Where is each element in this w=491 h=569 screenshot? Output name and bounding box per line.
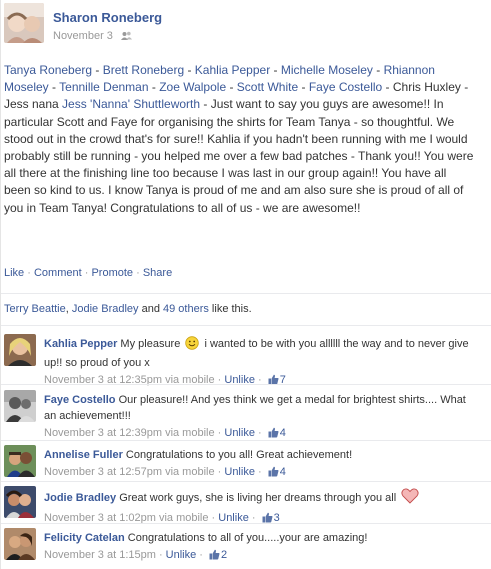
author-name[interactable]: Sharon Roneberg [53, 10, 162, 25]
tagged-friend[interactable]: Scott White [237, 80, 298, 94]
commenter-avatar[interactable] [4, 334, 36, 366]
heart-icon [401, 488, 419, 509]
plain-name: Jess nana [4, 97, 59, 112]
commenter-name[interactable]: Felicity Catelan [44, 532, 125, 544]
facebook-post: Sharon Roneberg November 3 Tanya Roneber… [0, 0, 491, 569]
tagged-friend[interactable]: Michelle Moseley [281, 63, 373, 77]
divider [1, 481, 491, 482]
tagged-friend[interactable]: Kahlia Pepper [195, 63, 270, 77]
commenter-avatar[interactable] [4, 528, 36, 560]
unlike-link[interactable]: Unlike [224, 427, 255, 439]
divider [1, 523, 491, 524]
plain-name: Chris Huxley [392, 80, 461, 95]
comment-like-count[interactable]: 4 [280, 466, 286, 478]
commenter-avatar[interactable] [4, 486, 36, 518]
smiley-icon [185, 336, 200, 355]
commenter-name[interactable]: Kahlia Pepper [44, 338, 117, 350]
tagged-friend[interactable]: Faye Costello [309, 80, 382, 94]
comment-text: My pleasure [120, 338, 184, 350]
post-actions: Like · Comment · Promote · Share [4, 267, 173, 279]
author-avatar[interactable] [4, 3, 44, 43]
comment-timestamp[interactable]: November 3 at 12:57pm via mobile [44, 466, 215, 478]
others-link[interactable]: 49 others [163, 303, 209, 315]
share-link[interactable]: Share [143, 267, 172, 279]
post-header: Sharon Roneberg November 3 [4, 3, 484, 47]
unlike-link[interactable]: Unlike [166, 549, 197, 561]
thumbs-up-icon[interactable] [262, 512, 273, 527]
unlike-link[interactable]: Unlike [224, 466, 255, 478]
commenter-avatar[interactable] [4, 445, 36, 477]
comment-text: Congratulations to you all! Great achiev… [125, 449, 353, 461]
comment-timestamp[interactable]: November 3 at 1:15pm [44, 549, 156, 561]
thumbs-up-icon[interactable] [209, 549, 220, 564]
commenter-name[interactable]: Jodie Bradley [44, 492, 116, 504]
post-meta: November 3 [53, 30, 132, 44]
thumbs-up-icon[interactable] [268, 466, 279, 481]
comment-text: Great work guys, she is living her dream… [119, 492, 400, 504]
tagged-friend[interactable]: Zoe Walpole [159, 80, 226, 94]
tagged-friend[interactable]: Jess 'Nanna' Shuttleworth [62, 97, 200, 111]
likes-summary: Terry Beattie, Jodie Bradley and 49 othe… [4, 303, 252, 315]
comment-timestamp[interactable]: November 3 at 12:39pm via mobile [44, 427, 215, 439]
divider [1, 440, 491, 441]
commenter-name[interactable]: Faye Costello [44, 394, 116, 406]
post-message: Tanya Roneberg - Brett Roneberg - Kahlia… [4, 63, 474, 215]
message-text: - Just want to say you guys are awesome!… [4, 97, 474, 215]
comment-like-count[interactable]: 2 [221, 549, 227, 561]
like-link[interactable]: Like [4, 267, 24, 279]
liker-name[interactable]: Jodie Bradley [72, 303, 139, 315]
tagged-friend[interactable]: Tanya Roneberg [4, 63, 92, 77]
liker-name[interactable]: Terry Beattie [4, 303, 66, 315]
post-date[interactable]: November 3 [53, 30, 113, 42]
comment-link[interactable]: Comment [34, 267, 82, 279]
thumbs-up-icon[interactable] [268, 374, 279, 389]
tagged-friend[interactable]: Tennille Denman [59, 80, 148, 94]
comment-like-count[interactable]: 4 [280, 427, 286, 439]
divider [1, 325, 491, 326]
friends-icon[interactable] [120, 31, 132, 44]
comment-text: Congratulations to all of you.....your a… [127, 532, 368, 544]
tagged-friend[interactable]: Brett Roneberg [103, 63, 184, 77]
divider [1, 384, 491, 385]
commenter-name[interactable]: Annelise Fuller [44, 449, 123, 461]
divider [1, 293, 491, 294]
commenter-avatar[interactable] [4, 390, 36, 422]
promote-link[interactable]: Promote [91, 267, 133, 279]
